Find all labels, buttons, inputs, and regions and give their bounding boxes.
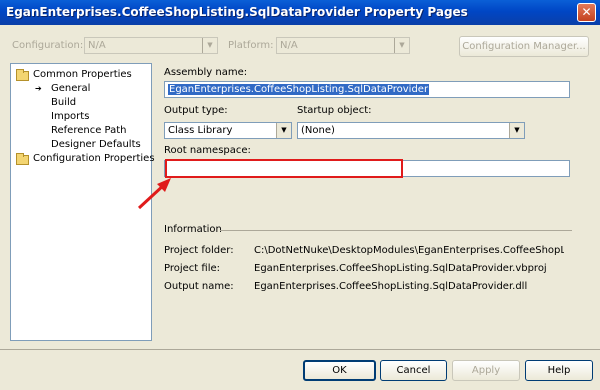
configuration-manager-button[interactable]: Configuration Manager...: [459, 36, 589, 57]
ok-button[interactable]: OK: [303, 360, 376, 381]
tree-item-imports[interactable]: Imports: [51, 110, 89, 124]
chevron-down-icon: ▼: [202, 38, 217, 53]
startup-object-dropdown[interactable]: (None) ▼: [297, 122, 525, 139]
root-namespace-label: Root namespace:: [164, 145, 251, 156]
window-title: EganEnterprises.CoffeeShopListing.SqlDat…: [6, 5, 468, 19]
output-type-dropdown[interactable]: Class Library ▼: [164, 122, 292, 139]
red-arrow-icon: [137, 178, 171, 210]
platform-value: N/A: [280, 40, 298, 51]
project-folder-label: Project folder:: [164, 245, 234, 256]
tree-item-label: General: [51, 83, 91, 94]
tree-item-label: Common Properties: [33, 69, 132, 80]
output-name-value: EganEnterprises.CoffeeShopListing.SqlDat…: [254, 281, 528, 292]
project-folder-value: C:\DotNetNuke\DesktopModules\EganEnterpr…: [254, 245, 564, 256]
platform-dropdown[interactable]: N/A ▼: [276, 37, 410, 54]
startup-object-value: (None): [301, 125, 335, 136]
platform-label: Platform:: [228, 40, 274, 51]
folder-icon: [16, 153, 29, 165]
chevron-down-icon: ▼: [509, 123, 524, 138]
project-file-value: EganEnterprises.CoffeeShopListing.SqlDat…: [254, 263, 547, 274]
help-button[interactable]: Help: [525, 360, 593, 381]
assembly-name-value: EganEnterprises.CoffeeShopListing.SqlDat…: [168, 84, 430, 95]
tree-item-reference-path[interactable]: Reference Path: [51, 124, 127, 138]
output-type-value: Class Library: [168, 125, 233, 136]
assembly-name-label: Assembly name:: [164, 67, 248, 78]
tree-item-designer-defaults[interactable]: Designer Defaults: [51, 138, 141, 152]
chevron-down-icon: ▼: [394, 38, 409, 53]
chevron-down-icon: ▼: [276, 123, 291, 138]
tree-item-label: Build: [51, 97, 77, 108]
footer-divider: [0, 349, 600, 350]
project-file-label: Project file:: [164, 263, 220, 274]
output-type-label: Output type:: [164, 105, 228, 116]
close-icon: ✕: [581, 5, 592, 19]
highlight-box: [165, 159, 403, 178]
tree-item-build[interactable]: Build: [51, 96, 76, 110]
tree-item-label: Imports: [51, 111, 90, 122]
output-name-label: Output name:: [164, 281, 234, 292]
arrow-icon: ➔: [35, 84, 42, 93]
configuration-label: Configuration:: [12, 40, 84, 51]
configuration-dropdown[interactable]: N/A ▼: [84, 37, 218, 54]
apply-button[interactable]: Apply: [452, 360, 520, 381]
cancel-button[interactable]: Cancel: [380, 360, 447, 381]
startup-object-label: Startup object:: [297, 105, 372, 116]
tree-item-label: Designer Defaults: [51, 139, 141, 150]
configuration-value: N/A: [88, 40, 106, 51]
property-tree[interactable]: Common Properties ➔ General Build Import…: [10, 63, 155, 341]
tree-item-label: Reference Path: [51, 125, 127, 136]
assembly-name-input[interactable]: EganEnterprises.CoffeeShopListing.SqlDat…: [164, 81, 570, 98]
close-button[interactable]: ✕: [577, 3, 596, 22]
property-pages-dialog: EganEnterprises.CoffeeShopListing.SqlDat…: [0, 0, 600, 390]
information-heading: Information: [164, 224, 222, 235]
title-bar[interactable]: EganEnterprises.CoffeeShopListing.SqlDat…: [0, 0, 600, 25]
information-divider: [220, 230, 572, 231]
folder-icon: [16, 69, 29, 81]
tree-item-label: Configuration Properties: [33, 153, 155, 164]
